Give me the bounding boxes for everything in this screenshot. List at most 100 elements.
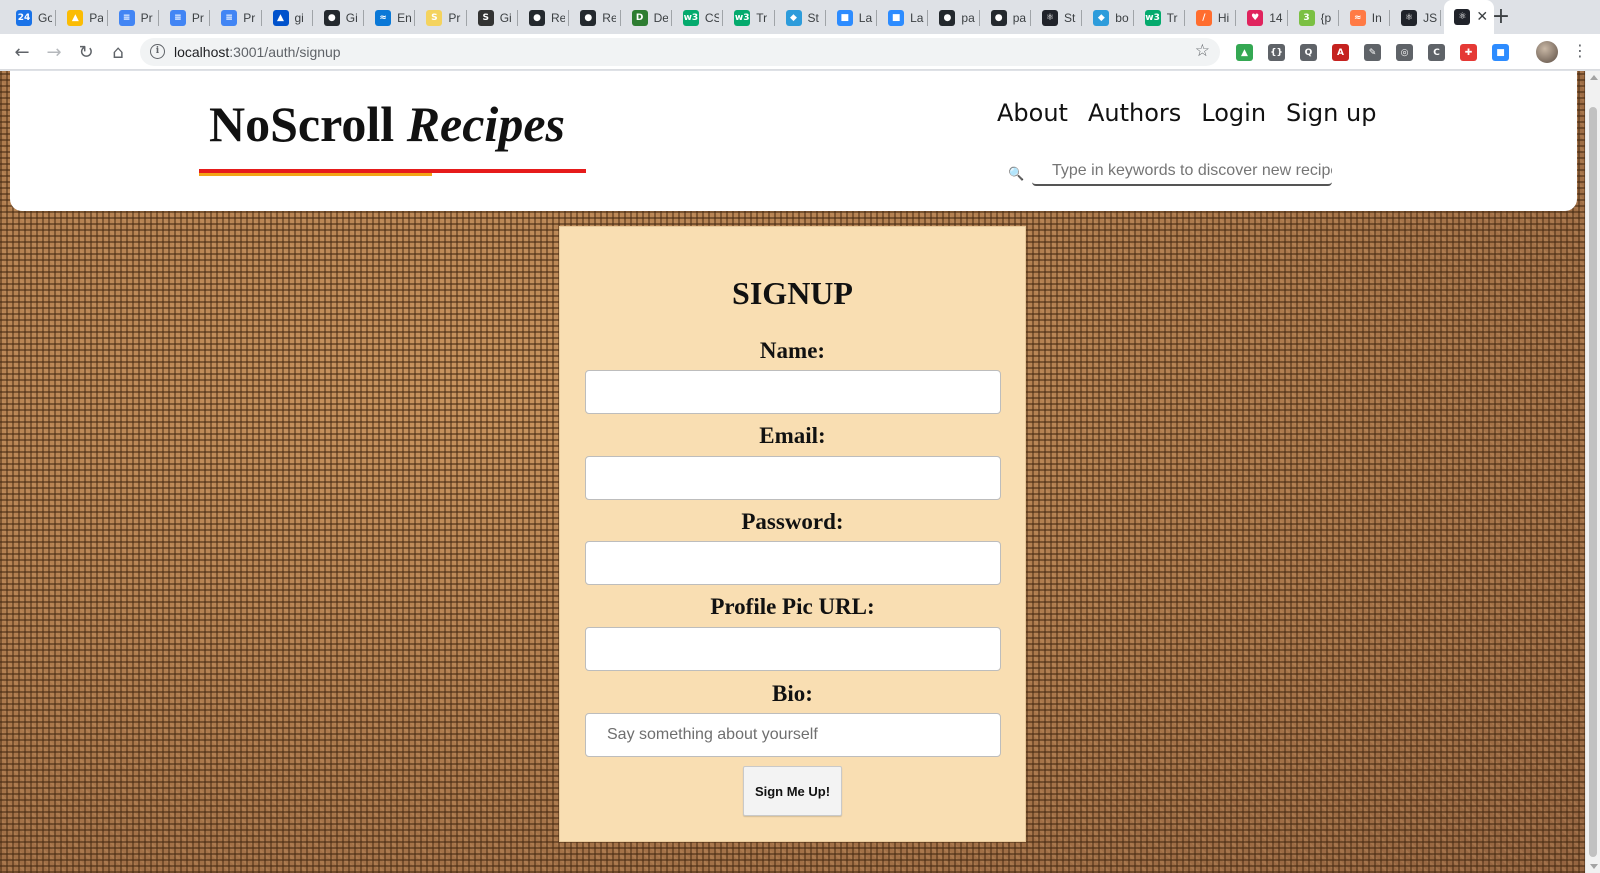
browser-tab[interactable]: ● Gi bbox=[316, 6, 360, 30]
browser-tab[interactable]: ≡ Pr bbox=[162, 6, 206, 30]
tab-favicon-icon: 3 bbox=[1298, 10, 1315, 26]
site-info-icon[interactable]: i bbox=[150, 44, 165, 59]
extension-icon[interactable]: ▲ bbox=[1236, 44, 1253, 61]
extension-icon[interactable]: ◎ bbox=[1396, 44, 1413, 61]
browser-tab[interactable]: ≈ En bbox=[367, 6, 411, 30]
tab-separator bbox=[1183, 10, 1185, 26]
extension-icon[interactable]: ✚ bbox=[1460, 44, 1477, 61]
tab-title: Pa bbox=[89, 11, 104, 25]
tab-separator bbox=[1030, 10, 1031, 26]
extension-icon[interactable]: {} bbox=[1268, 44, 1285, 61]
browser-tab[interactable]: S Gi bbox=[470, 6, 514, 30]
back-arrow-icon[interactable]: ← bbox=[8, 38, 36, 66]
browser-tab[interactable]: ▲ gi bbox=[265, 6, 309, 30]
nav-link-signup[interactable]: Sign up bbox=[1286, 99, 1376, 127]
tab-favicon-icon: ▲ bbox=[67, 10, 84, 26]
browser-tab[interactable]: w3 Tr bbox=[726, 6, 770, 30]
browser-tab[interactable]: ≈ In bbox=[1342, 6, 1386, 30]
password-label: Password: bbox=[741, 509, 844, 534]
tab-favicon-icon: ⚛ bbox=[1454, 9, 1471, 25]
tab-favicon-icon: ■ bbox=[836, 10, 853, 26]
main-nav: About Authors Login Sign up bbox=[997, 99, 1376, 127]
reload-icon[interactable]: ↻ bbox=[72, 38, 100, 66]
browser-tab[interactable]: ▲ Pa bbox=[59, 6, 103, 30]
browser-tab[interactable]: D De bbox=[624, 6, 668, 30]
browser-tab[interactable]: / Hi bbox=[1188, 6, 1232, 30]
browser-tab[interactable]: ● Re bbox=[572, 6, 616, 30]
browser-tab[interactable]: ● pa bbox=[983, 6, 1027, 30]
tab-separator bbox=[106, 10, 108, 26]
home-icon[interactable]: ⌂ bbox=[104, 38, 132, 66]
tab-favicon-icon: ◆ bbox=[785, 10, 802, 26]
browser-tab[interactable]: ◆ bo bbox=[1085, 6, 1129, 30]
nav-link-about[interactable]: About bbox=[997, 99, 1068, 127]
browser-tab[interactable]: ⚛ JS bbox=[1393, 6, 1437, 30]
browser-tab[interactable]: w3 CS bbox=[675, 6, 719, 30]
browser-tab[interactable]: ≡ Pr bbox=[213, 6, 257, 30]
tab-favicon-icon: ● bbox=[939, 10, 956, 26]
bookmark-star-icon[interactable]: ☆ bbox=[1195, 41, 1210, 61]
browser-tab[interactable]: ● Re bbox=[521, 6, 565, 30]
extension-icon[interactable]: C bbox=[1428, 44, 1445, 61]
tab-title: Tr bbox=[756, 11, 768, 25]
tab-title: La bbox=[910, 11, 924, 25]
browser-tab[interactable]: ⚛ St bbox=[1034, 6, 1078, 30]
tab-favicon-icon: w3 bbox=[1144, 10, 1161, 26]
scroll-up-icon[interactable] bbox=[1590, 75, 1598, 80]
tab-title: La bbox=[858, 11, 873, 25]
bio-label: Bio: bbox=[772, 681, 813, 706]
forward-arrow-icon[interactable]: → bbox=[40, 38, 68, 66]
browser-tab[interactable]: ◆ St bbox=[778, 6, 822, 30]
scroll-down-icon[interactable] bbox=[1590, 864, 1598, 869]
tab-close-icon[interactable]: ✕ bbox=[1476, 9, 1488, 25]
tab-separator bbox=[824, 10, 826, 26]
email-field[interactable] bbox=[585, 456, 1001, 500]
tab-favicon-icon: ● bbox=[529, 10, 545, 26]
page-scrollbar[interactable] bbox=[1585, 71, 1600, 873]
active-browser-tab[interactable]: ⚛ ✕ bbox=[1444, 0, 1495, 34]
browser-tab[interactable]: ■ La bbox=[829, 6, 873, 30]
sign-me-up-button[interactable]: Sign Me Up! bbox=[743, 766, 842, 816]
name-field[interactable] bbox=[585, 370, 1001, 414]
tab-favicon-icon: ≡ bbox=[221, 10, 238, 26]
browser-toolbar: ← → ↻ ⌂ i localhost:3001/auth/signup ☆ ▲… bbox=[0, 34, 1600, 70]
tab-separator bbox=[363, 10, 365, 26]
recipe-search-input[interactable] bbox=[1032, 158, 1332, 186]
tab-favicon-icon: S bbox=[477, 10, 494, 26]
browser-tab[interactable]: w3 Tr bbox=[1137, 6, 1181, 30]
new-tab-icon[interactable]: + bbox=[1488, 4, 1514, 30]
tab-title: Pr bbox=[448, 11, 461, 25]
tab-separator bbox=[1286, 10, 1288, 26]
browser-tab[interactable]: ≡ Pr bbox=[111, 6, 155, 30]
tab-separator bbox=[311, 10, 313, 26]
site-logo[interactable]: NoScroll Recipes bbox=[209, 95, 565, 153]
address-bar[interactable]: i localhost:3001/auth/signup ☆ bbox=[140, 38, 1220, 66]
tab-title: Pr bbox=[191, 11, 204, 25]
extension-icon[interactable]: ■ bbox=[1492, 44, 1509, 61]
browser-tab[interactable]: ♥ 14 bbox=[1239, 6, 1283, 30]
profile-pic-url-field[interactable] bbox=[585, 627, 1001, 671]
browser-tab[interactable]: 3 {p bbox=[1291, 6, 1335, 30]
extension-icon[interactable]: Q bbox=[1300, 44, 1317, 61]
extension-icon[interactable]: ✎ bbox=[1364, 44, 1381, 61]
browser-menu-icon[interactable]: ⋮ bbox=[1572, 42, 1588, 60]
tab-favicon-icon: ▲ bbox=[272, 10, 289, 26]
tab-favicon-icon: w3 bbox=[734, 10, 751, 26]
tab-separator bbox=[927, 10, 929, 26]
scrollbar-thumb[interactable] bbox=[1589, 107, 1597, 857]
browser-tab[interactable]: ■ La bbox=[880, 6, 924, 30]
profile-avatar[interactable] bbox=[1536, 41, 1558, 63]
password-field[interactable] bbox=[585, 541, 1001, 585]
tab-favicon-icon: ≈ bbox=[375, 10, 392, 26]
bio-field[interactable] bbox=[585, 713, 1001, 757]
site-header: NoScroll Recipes About Authors Login Sig… bbox=[10, 71, 1577, 211]
browser-tab[interactable]: ● pa bbox=[931, 6, 975, 30]
extension-icon[interactable]: A bbox=[1332, 44, 1349, 61]
browser-tab[interactable]: 24 Go bbox=[8, 6, 52, 30]
tab-favicon-icon: ■ bbox=[888, 10, 905, 26]
browser-tab[interactable]: S Pr bbox=[418, 6, 462, 30]
nav-link-login[interactable]: Login bbox=[1201, 99, 1266, 127]
nav-link-authors[interactable]: Authors bbox=[1088, 99, 1181, 127]
tab-title: Pr bbox=[243, 11, 256, 25]
tab-favicon-icon: D bbox=[631, 10, 648, 26]
